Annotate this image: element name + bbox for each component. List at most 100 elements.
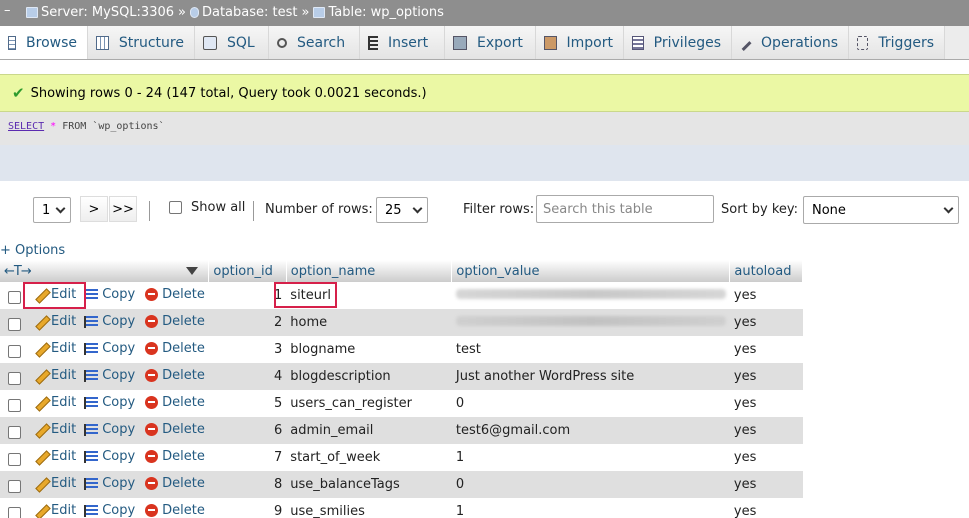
delete-button[interactable]: Delete [145,341,205,356]
sql-select-keyword[interactable]: SELECT [8,121,44,132]
autoload-cell[interactable]: yes [729,498,803,518]
delete-button[interactable]: Delete [145,476,205,491]
edit-button[interactable]: Edit [35,314,76,329]
delete-button[interactable]: Delete [145,503,205,518]
option-id-cell[interactable]: 8 [208,471,287,498]
table-row[interactable]: Edit Copy Delete 3 blogname test yes [0,336,803,363]
autoload-cell[interactable]: yes [729,471,803,498]
rows-select[interactable]: 25 [376,197,428,223]
full-texts-toggle-icon[interactable]: ←T→ [4,264,32,279]
row-checkbox[interactable] [8,290,21,304]
sort-select[interactable]: None [803,196,959,224]
table-row[interactable]: Edit Copy Delete 7 start_of_week 1 yes [0,444,803,471]
option-name-cell[interactable]: blogname [286,336,452,363]
tab-insert[interactable]: Insert [360,26,445,59]
table-row[interactable]: Edit Copy Delete 6 admin_email test6@gmail.co… [0,417,803,444]
tab-search[interactable]: Search [269,26,360,59]
copy-button[interactable]: Copy [84,314,135,329]
autoload-cell[interactable]: yes [729,390,803,417]
option-value-cell[interactable]: test6@gmail.com [451,417,730,444]
table-row[interactable]: Edit Copy Delete 2 home yes [0,309,803,336]
autoload-cell[interactable]: yes [729,309,803,336]
autoload-cell[interactable]: yes [729,336,803,363]
column-header-option-id[interactable]: option_id [208,260,287,282]
delete-button[interactable]: Delete [145,368,205,383]
option-value-cell[interactable]: 1 [451,498,730,518]
delete-button[interactable]: Delete [145,287,205,302]
delete-button[interactable]: Delete [145,449,205,464]
option-id-cell[interactable]: 4 [208,363,287,390]
option-value-cell[interactable]: 0 [451,390,730,417]
option-id-cell[interactable]: 9 [208,498,287,518]
filter-input[interactable]: Search this table [536,195,714,223]
option-name-cell[interactable]: users_can_register [286,390,452,417]
edit-button[interactable]: Edit [35,368,76,383]
autoload-cell[interactable]: yes [729,417,803,444]
option-name-cell[interactable]: start_of_week [286,444,452,471]
tab-triggers[interactable]: Triggers [849,26,945,59]
row-checkbox[interactable] [8,317,21,331]
options-link[interactable]: + Options [0,243,65,258]
copy-button[interactable]: Copy [84,341,135,356]
delete-button[interactable]: Delete [145,314,205,329]
copy-button[interactable]: Copy [84,368,135,383]
show-all-checkbox[interactable] [169,201,182,214]
option-value-cell[interactable] [451,309,730,336]
option-name-cell[interactable]: use_smilies [286,498,452,518]
row-checkbox[interactable] [8,506,21,518]
edit-button[interactable]: Edit [35,395,76,410]
table-row[interactable]: Edit Copy Delete 8 use_balanceTags 0 yes [0,471,803,498]
tab-structure[interactable]: Structure [88,26,195,59]
option-name-cell[interactable]: home [286,309,452,336]
breadcrumb-table[interactable]: Table: wp_options [328,5,443,20]
edit-button[interactable]: Edit [35,449,76,464]
option-id-cell[interactable]: 5 [208,390,287,417]
copy-button[interactable]: Copy [84,395,135,410]
option-value-cell[interactable]: test [451,336,730,363]
column-header-option-value[interactable]: option_value [451,260,731,282]
option-value-cell[interactable] [451,282,730,309]
option-value-cell[interactable]: 1 [451,444,730,471]
copy-button[interactable]: Copy [84,503,135,518]
tab-privileges[interactable]: Privileges [624,26,732,59]
tab-import[interactable]: Import [536,26,624,59]
tab-export[interactable]: Export [445,26,536,59]
edit-button[interactable]: Edit [35,476,76,491]
autoload-cell[interactable]: yes [729,444,803,471]
column-header-autoload[interactable]: autoload [729,260,803,282]
option-value-cell[interactable]: 0 [451,471,730,498]
copy-button[interactable]: Copy [84,287,135,302]
next-page-button[interactable]: > [80,196,108,222]
breadcrumb-server[interactable]: Server: MySQL:3306 [41,5,174,20]
table-row[interactable]: Edit Copy Delete 5 users_can_register 0 yes [0,390,803,417]
tab-sql[interactable]: SQL [195,26,269,59]
option-name-cell[interactable]: blogdescription [286,363,452,390]
edit-button[interactable]: Edit [35,341,76,356]
edit-button[interactable]: Edit [35,422,76,437]
option-name-cell[interactable]: use_balanceTags [286,471,452,498]
row-checkbox[interactable] [8,344,21,358]
page-select[interactable]: 1 [33,197,71,223]
row-checkbox[interactable] [8,398,21,412]
collapse-icon[interactable]: – [4,3,11,18]
row-checkbox[interactable] [8,371,21,385]
option-id-cell[interactable]: 7 [208,444,287,471]
option-value-cell[interactable]: Just another WordPress site [451,363,730,390]
column-header-option-name[interactable]: option_name [286,260,453,282]
autoload-cell[interactable]: yes [729,282,803,309]
edit-button[interactable]: Edit [35,503,76,518]
option-id-cell[interactable]: 6 [208,417,287,444]
delete-button[interactable]: Delete [145,395,205,410]
sort-arrow-icon[interactable] [186,267,198,275]
tab-browse[interactable]: Browse [0,26,88,59]
row-checkbox[interactable] [8,425,21,439]
breadcrumb-database[interactable]: Database: test [202,5,298,20]
table-row[interactable]: Edit Copy Delete 4 blogdescription Just anoth… [0,363,803,390]
delete-button[interactable]: Delete [145,422,205,437]
last-page-button[interactable]: >> [109,196,137,222]
row-checkbox[interactable] [8,452,21,466]
copy-button[interactable]: Copy [84,449,135,464]
copy-button[interactable]: Copy [84,476,135,491]
row-checkbox[interactable] [8,479,21,493]
table-row[interactable]: Edit Copy Delete 1 siteurl yes [0,282,803,309]
